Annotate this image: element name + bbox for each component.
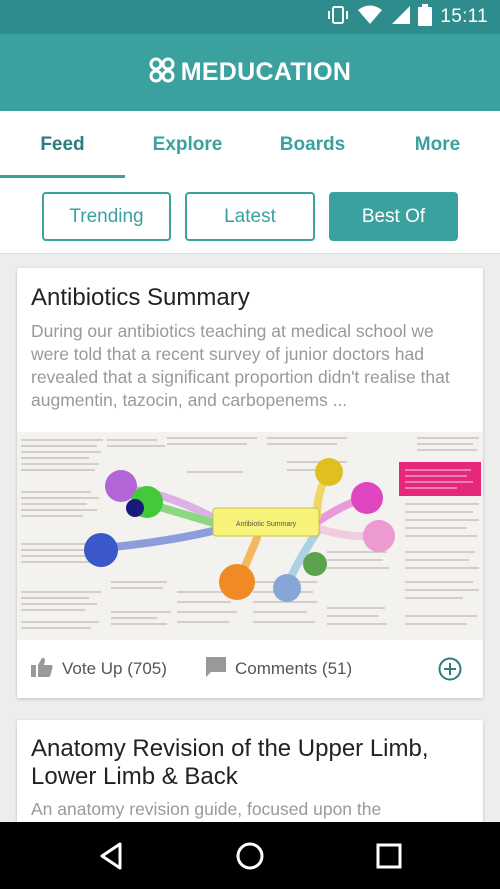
post-excerpt: During our antibiotics teaching at medic… [31,321,450,410]
back-icon[interactable] [96,840,128,872]
filter-best-of-button[interactable]: Best Of [329,192,458,241]
battery-icon [418,3,433,31]
status-bar: 15:11 [0,0,500,34]
tab-explore[interactable]: Explore [125,111,250,178]
vote-count-label: Vote Up (705) [62,659,167,678]
post-title[interactable]: Anatomy Revision of the Upper Limb, Lowe… [31,735,471,791]
app-title: MEDUCATION [180,58,352,86]
post-title[interactable]: Antibiotics Summary [31,284,250,312]
meducation-logo-icon [149,57,175,88]
signal-icon [390,5,411,30]
tab-more[interactable]: More [375,111,500,178]
filter-trending-button[interactable]: Trending [42,192,171,241]
filter-latest-button[interactable]: Latest [185,192,315,241]
home-icon[interactable] [234,840,266,872]
vote-up-button[interactable]: Vote Up (705) [31,657,167,682]
wifi-icon [358,5,383,30]
tab-feed[interactable]: Feed [0,111,125,178]
vibrate-icon [326,5,350,30]
thumbs-up-icon [31,657,53,682]
tab-boards[interactable]: Boards [250,111,375,178]
post-card[interactable]: Antibiotics Summary During our antibioti… [17,268,483,698]
tab-bar: Feed Explore Boards More [0,111,500,178]
comment-icon [206,656,226,682]
filter-row: Trending Latest Best Of [0,178,500,254]
post-footer: Vote Up (705) Comments (51) [17,640,483,698]
comments-button[interactable]: Comments (51) [206,656,353,682]
post-excerpt: An anatomy revision guide, focused upon … [31,799,382,819]
recents-icon[interactable] [373,840,405,872]
system-nav-bar [0,822,500,889]
post-image[interactable]: Antibiotic Summary [17,432,483,640]
plus-circle-icon[interactable] [438,657,462,686]
status-time: 15:11 [440,6,488,27]
comments-count-label: Comments (51) [235,659,353,678]
image-center-label: Antibiotic Summary [236,521,297,528]
app-bar: MEDUCATION [0,34,500,111]
